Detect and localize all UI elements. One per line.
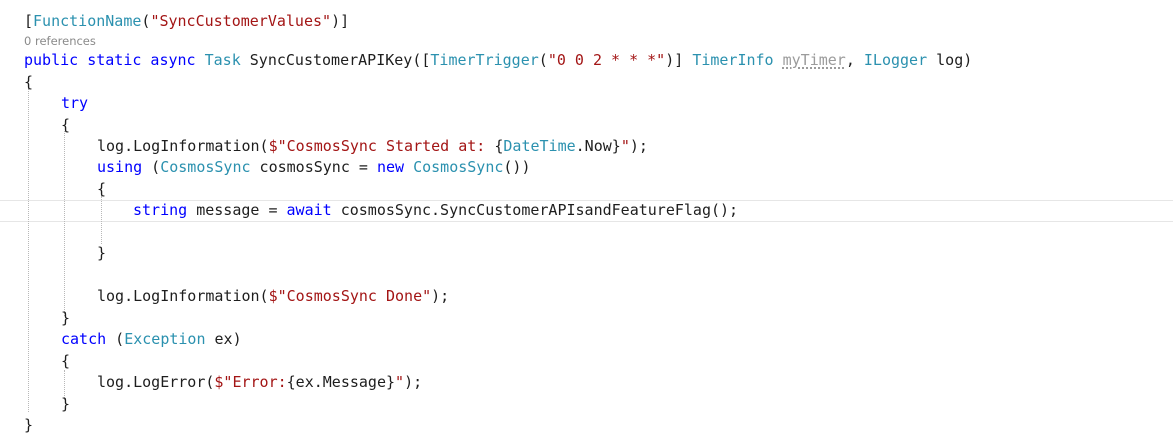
cron-expression-string: "0 0 2 * * *" xyxy=(547,51,666,69)
code-line-catch[interactable]: catch (Exception ex) xyxy=(61,329,242,350)
return-type: Task xyxy=(204,51,241,69)
cosmossync-type: CosmosSync xyxy=(160,158,251,176)
ilogger-type: ILogger xyxy=(863,51,928,69)
exception-type: Exception xyxy=(124,330,206,348)
log3-string-part-a: $"Error: xyxy=(214,373,287,391)
log1-end: ); xyxy=(629,137,648,155)
catch-variable: ex) xyxy=(205,330,242,348)
attr-function-name: FunctionName xyxy=(33,12,142,30)
attr-close: )] xyxy=(331,12,350,30)
log2-string: $"CosmosSync Done" xyxy=(268,287,432,305)
method-close-brace: } xyxy=(24,416,34,434)
code-line-catch-open[interactable]: { xyxy=(61,351,70,372)
indent-guide-method xyxy=(28,87,29,412)
try-open-brace: { xyxy=(61,116,71,134)
using-keyword: using xyxy=(97,158,143,176)
code-line-using-close[interactable]: } xyxy=(97,243,106,264)
catch-open-brace: { xyxy=(61,352,71,370)
sync-call: cosmosSync.SyncCustomerAPIsandFeatureFla… xyxy=(331,201,739,219)
modifiers-keywords: public static async xyxy=(24,51,196,69)
timer-trigger-attr: TimerTrigger xyxy=(430,51,539,69)
attr-open-bracket: [ xyxy=(24,12,34,30)
cosmossync-type-2: CosmosSync xyxy=(413,158,504,176)
trigger-close: )] xyxy=(665,51,693,69)
log3-end: ); xyxy=(404,373,423,391)
log3-interpolation: {ex.Message} xyxy=(286,373,396,391)
using-close-brace: } xyxy=(97,244,107,262)
logger-param: log) xyxy=(927,51,973,69)
indent-guide-try xyxy=(64,131,65,316)
code-line-log-started[interactable]: log.LogInformation($"CosmosSync Started … xyxy=(97,136,648,157)
catch-keyword: catch xyxy=(61,330,107,348)
code-line-log-error[interactable]: log.LogError($"Error:{ex.Message}"); xyxy=(97,372,422,393)
indent-guide-using xyxy=(101,196,102,244)
log2-end: ); xyxy=(431,287,450,305)
timer-info-type: TimerInfo xyxy=(692,51,774,69)
code-line-using-open[interactable]: { xyxy=(97,179,106,200)
log-call-3: log.LogError( xyxy=(97,373,215,391)
code-line-method-close[interactable]: } xyxy=(24,415,33,436)
log1-string-part-a: $"CosmosSync Started at: xyxy=(268,137,495,155)
method-name: SyncCustomerAPIKey( xyxy=(240,51,422,69)
log1-string-part-b: " xyxy=(620,137,630,155)
code-line-catch-close[interactable]: } xyxy=(61,394,70,415)
unused-param-mytimer[interactable]: myTimer xyxy=(783,51,846,69)
code-line-method-open[interactable]: { xyxy=(24,72,33,93)
using-open-brace: { xyxy=(97,180,107,198)
code-editor[interactable]: [FunctionName("SyncCustomerValues")] 0 r… xyxy=(0,0,1173,438)
param-comma: , xyxy=(845,51,864,69)
try-keyword: try xyxy=(61,94,89,112)
log-call-2: log.LogInformation( xyxy=(97,287,269,305)
message-assignment: message = xyxy=(187,201,287,219)
catch-paren: ( xyxy=(106,330,125,348)
codelens-references[interactable]: 0 references xyxy=(24,33,96,49)
code-line-log-done[interactable]: log.LogInformation($"CosmosSync Done"); xyxy=(97,286,449,307)
method-open-brace: { xyxy=(24,73,34,91)
code-line-try-open[interactable]: { xyxy=(61,115,70,136)
log1-interp-rest: .Now} xyxy=(575,137,621,155)
log1-datetime-type: DateTime xyxy=(503,137,576,155)
try-close-brace: } xyxy=(61,309,71,327)
await-keyword: await xyxy=(286,201,332,219)
string-keyword: string xyxy=(133,201,188,219)
using-end: ()) xyxy=(503,158,531,176)
trigger-paren-open: ( xyxy=(538,51,548,69)
using-variable: cosmosSync = xyxy=(250,158,377,176)
code-line-attribute[interactable]: [FunctionName("SyncCustomerValues")] xyxy=(24,11,349,32)
attr-value-string: "SyncCustomerValues" xyxy=(150,12,332,30)
code-line-try[interactable]: try xyxy=(61,93,88,114)
code-line-using[interactable]: using (CosmosSync cosmosSync = new Cosmo… xyxy=(97,157,531,178)
code-line-try-close[interactable]: } xyxy=(61,308,70,329)
code-line-message[interactable]: string message = await cosmosSync.SyncCu… xyxy=(133,200,738,221)
catch-close-brace: } xyxy=(61,395,71,413)
new-keyword: new xyxy=(376,158,405,176)
log3-string-part-b: " xyxy=(395,373,405,391)
code-line-signature[interactable]: public static async Task SyncCustomerAPI… xyxy=(24,50,972,71)
using-paren: ( xyxy=(142,158,161,176)
log-call-1: log.LogInformation( xyxy=(97,137,269,155)
